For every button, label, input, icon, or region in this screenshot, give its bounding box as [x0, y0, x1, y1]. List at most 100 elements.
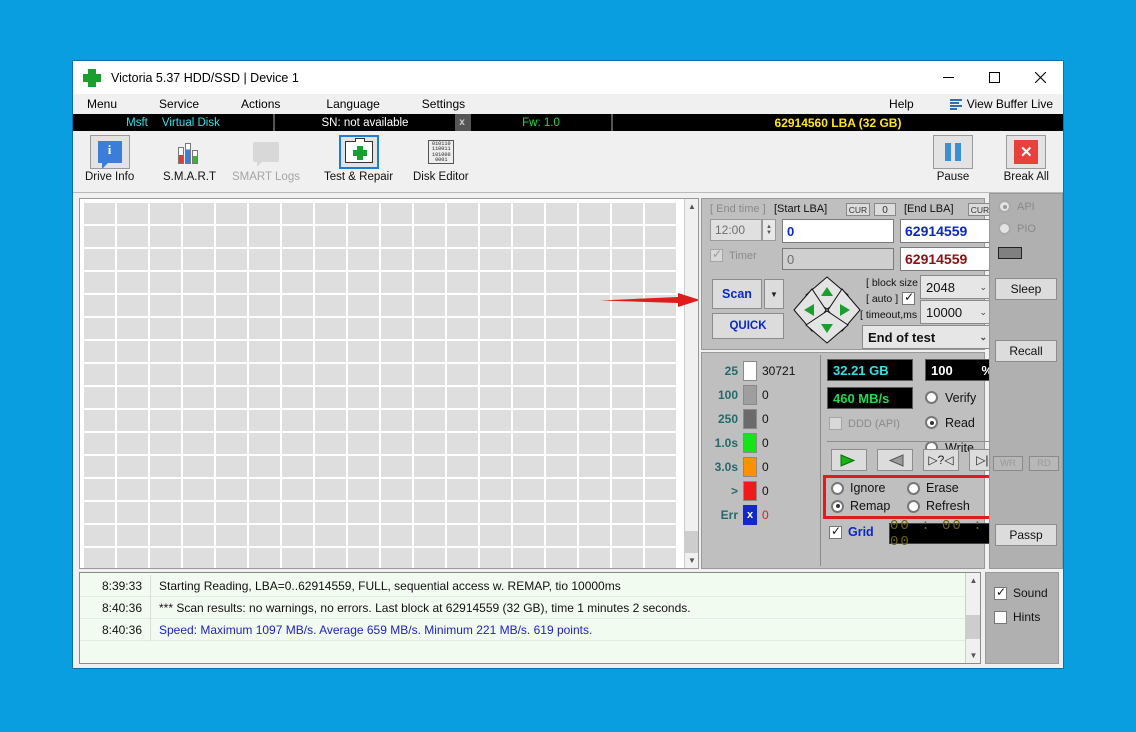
grid-cell [150, 433, 181, 454]
scan-grid[interactable] [80, 199, 684, 568]
log-scroll-thumb[interactable] [966, 615, 980, 639]
radio-indicator[interactable] [831, 481, 844, 495]
auto-checkbox[interactable] [902, 290, 916, 305]
grid-cell [84, 433, 115, 454]
grid-scroll-thumb[interactable] [685, 531, 698, 553]
ddd-api-row[interactable]: DDD (API) [829, 417, 900, 430]
grid-cell [249, 410, 280, 431]
sound-checkbox[interactable] [994, 585, 1007, 600]
menu-item-actions[interactable]: Actions [231, 94, 290, 114]
mode-radio-verify[interactable]: Verify [925, 385, 976, 410]
grid-cell [183, 203, 214, 224]
grid-cell [480, 203, 511, 224]
menu-item-settings[interactable]: Settings [412, 94, 475, 114]
block-size-value: 2048 [926, 279, 955, 295]
grid-cell [447, 272, 478, 293]
close-button[interactable] [1017, 61, 1063, 94]
toolbar-button-drive-info[interactable]: i Drive Info [85, 135, 134, 183]
grid-cell [513, 226, 544, 247]
elapsed-time-display: 00 : 00 : 00 [889, 518, 1001, 550]
sound-checkbox-row[interactable]: Sound [994, 581, 1058, 605]
grid-cell [381, 456, 412, 477]
api-radio[interactable] [998, 200, 1011, 213]
scan-dropdown-button[interactable]: ▼ [764, 279, 784, 309]
nav-button-row[interactable]: ▷?◁ ▷|◁ [831, 449, 1005, 471]
grid-cell [348, 226, 379, 247]
mode-radio-read[interactable]: Read [925, 410, 976, 435]
stat-threshold-label: 250 [717, 412, 738, 426]
toolbar-button-disk-editor[interactable]: 010110 110011 101000 0001 Disk Editor [413, 135, 469, 183]
radio-indicator[interactable] [907, 481, 920, 495]
start-lba-cur-button[interactable]: CUR [846, 203, 870, 216]
radio-indicator[interactable] [925, 416, 938, 429]
start-lba-input[interactable]: 0 [782, 219, 894, 243]
block-size-select[interactable]: 2048 ⌄ [920, 275, 994, 299]
grid-cell [381, 272, 412, 293]
grid-cell [150, 479, 181, 500]
grid-checkbox-row[interactable]: Grid [829, 524, 874, 539]
quick-button[interactable]: QUICK [712, 313, 784, 339]
end-time-spinner[interactable]: ▲ ▼ [762, 219, 776, 241]
grid-scroll-down-icon[interactable]: ▼ [685, 553, 698, 568]
action-radio-remap[interactable]: Remap [831, 497, 907, 515]
log-scrollbar[interactable]: ▲ ▼ [965, 573, 980, 663]
log-scroll-down-icon[interactable]: ▼ [966, 648, 980, 663]
grid-scroll-up-icon[interactable]: ▲ [685, 199, 698, 214]
scan-button[interactable]: Scan [712, 279, 762, 309]
device-close-x-button[interactable]: x [455, 114, 469, 131]
timer-value-input[interactable]: 0 [782, 248, 894, 270]
toolbar-button-pause[interactable]: Pause [933, 135, 973, 183]
run-reverse-button[interactable] [877, 449, 913, 471]
grid-scrollbar[interactable]: ▲ ▼ [684, 199, 698, 568]
run-forward-button[interactable] [831, 449, 867, 471]
end-time-input[interactable]: 12:00 [710, 219, 762, 241]
log-entry: 8:39:33 Starting Reading, LBA=0..62914559… [80, 574, 965, 597]
direction-pad[interactable] [792, 275, 862, 345]
menu-item-help[interactable]: Help [879, 94, 924, 114]
hints-checkbox[interactable] [994, 610, 1007, 624]
view-buffer-live-label[interactable]: View Buffer Live [967, 97, 1053, 111]
sleep-button[interactable]: Sleep [995, 278, 1057, 300]
recall-button[interactable]: Recall [995, 340, 1057, 362]
start-lba-label: [Start LBA] [774, 203, 828, 215]
minimize-button[interactable] [925, 61, 971, 94]
menu-item-menu[interactable]: Menu [77, 94, 127, 114]
action-radio-erase[interactable]: Erase [907, 479, 995, 497]
maximize-button[interactable] [971, 61, 1017, 94]
menu-item-language[interactable]: Language [316, 94, 389, 114]
start-lba-min-button[interactable]: 0 [874, 203, 896, 216]
grid-cell [546, 295, 577, 316]
timeout-select[interactable]: 10000 ⌄ [920, 300, 994, 324]
api-radio-row[interactable]: API [998, 200, 1035, 213]
ddd-api-checkbox[interactable] [829, 417, 842, 430]
timer-checkbox[interactable] [710, 247, 723, 262]
action-radio-group[interactable]: Ignore Erase Remap Refresh [831, 479, 995, 515]
grid-cell [315, 502, 346, 523]
grid-cell [150, 456, 181, 477]
grid-cell [579, 479, 610, 500]
radio-indicator[interactable] [831, 499, 844, 513]
radio-indicator[interactable] [907, 499, 920, 513]
grid-checkbox[interactable] [829, 524, 842, 539]
random-scan-button[interactable]: ▷?◁ [923, 449, 959, 471]
action-radio-ignore[interactable]: Ignore [831, 479, 907, 497]
grid-cell [282, 479, 313, 500]
grid-cell [315, 433, 346, 454]
log-scroll-up-icon[interactable]: ▲ [966, 573, 980, 588]
grid-cell [513, 249, 544, 270]
grid-cell [117, 525, 148, 546]
grid-cell [150, 295, 181, 316]
toolbar-button-break-all[interactable]: ✕ Break All [1004, 135, 1049, 183]
pio-radio-row[interactable]: PIO [998, 222, 1036, 235]
radio-indicator[interactable] [925, 391, 938, 404]
toolbar-button-smart[interactable]: S.M.A.R.T [163, 135, 216, 183]
grid-cell [381, 548, 412, 568]
menu-item-service[interactable]: Service [149, 94, 209, 114]
passport-button[interactable]: Passp [995, 524, 1057, 546]
timer-checkbox-row[interactable]: Timer [710, 247, 757, 262]
end-of-test-select[interactable]: End of test ⌄ [862, 325, 994, 349]
toolbar-button-test-and-repair[interactable]: Test & Repair [324, 135, 393, 183]
action-radio-refresh[interactable]: Refresh [907, 497, 995, 515]
hints-checkbox-row[interactable]: Hints [994, 605, 1058, 629]
pio-radio[interactable] [998, 222, 1011, 235]
